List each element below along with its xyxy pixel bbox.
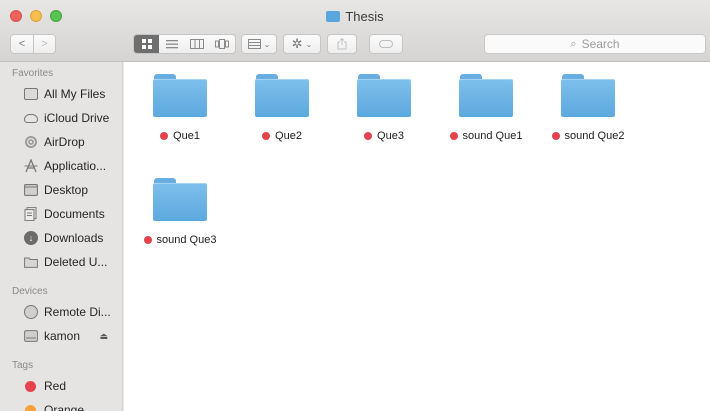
- sidebar-item-airdrop[interactable]: AirDrop: [0, 130, 122, 154]
- share-button[interactable]: [327, 34, 357, 54]
- forward-button[interactable]: >: [32, 35, 55, 53]
- sidebar-item-label: Downloads: [44, 231, 104, 245]
- red-tag-dot: [551, 132, 560, 140]
- folder-name: Que1: [173, 130, 200, 142]
- nav-buttons: < >: [10, 34, 56, 54]
- disc-icon: [24, 305, 38, 319]
- sidebar-item-label: Deleted U...: [44, 255, 108, 269]
- red-tag-dot: [160, 132, 169, 140]
- red-tag-dot: [262, 132, 271, 140]
- sidebar-item-label: Remote Di...: [44, 305, 111, 319]
- back-button[interactable]: <: [11, 35, 33, 53]
- orange-tag-icon: [25, 404, 36, 411]
- chevron-down-icon: ⌄: [305, 39, 313, 49]
- folder-name: sound Que1: [462, 130, 523, 142]
- columns-icon: [190, 39, 205, 49]
- folder-name: sound Que2: [564, 130, 625, 142]
- edit-tags-button[interactable]: [369, 34, 403, 54]
- cover-flow-icon: [215, 39, 230, 49]
- sidebar-item-all-my-files[interactable]: All My Files: [0, 82, 122, 106]
- sidebar-item-label: iCloud Drive: [44, 111, 110, 125]
- sidebar-item-label: Orange: [44, 403, 85, 411]
- airdrop-icon: [24, 136, 38, 148]
- sidebar-item-label: Red: [44, 379, 67, 393]
- red-tag-dot: [143, 236, 152, 244]
- folder-item-que2[interactable]: Que2: [232, 72, 332, 142]
- sidebar-item-downloads[interactable]: ↓ Downloads: [0, 226, 122, 250]
- sidebar-item-desktop[interactable]: Desktop: [0, 178, 122, 202]
- icon-view-button[interactable]: [134, 35, 160, 53]
- search-field[interactable]: ⌕ Search: [484, 34, 706, 54]
- folder-icon: [560, 72, 616, 120]
- folder-icon: [458, 72, 514, 120]
- finder-window: Thesis < > ⌄ ✲ ⌄ ⌕ Search Favorites All …: [0, 0, 710, 411]
- sidebar-item-kamon[interactable]: kamon ⏏: [0, 324, 122, 348]
- sidebar-item-tag-orange[interactable]: Orange: [0, 398, 122, 411]
- window-title-text: Thesis: [345, 9, 384, 24]
- gear-icon: ✲: [291, 36, 303, 51]
- window-title: Thesis: [0, 9, 710, 24]
- tag-icon: [379, 40, 393, 48]
- toolbar: Thesis < > ⌄ ✲ ⌄ ⌕ Search: [0, 0, 710, 62]
- folder-icon: [152, 176, 208, 224]
- sidebar-item-documents[interactable]: Documents: [0, 202, 122, 226]
- red-tag-dot: [449, 132, 458, 140]
- sidebar-item-deleted-u[interactable]: Deleted U...: [0, 250, 122, 274]
- list-icon: [165, 40, 178, 49]
- folder-name: Que3: [377, 130, 404, 142]
- downloads-icon: ↓: [24, 231, 38, 245]
- red-tag-icon: [25, 380, 36, 392]
- folder-item-sound-que1[interactable]: sound Que1: [436, 72, 536, 142]
- sidebar-item-label: kamon: [44, 329, 81, 343]
- search-placeholder: Search: [581, 37, 620, 51]
- sidebar-item-label: Desktop: [44, 183, 89, 197]
- folder-icon: [152, 72, 208, 120]
- cover-flow-button[interactable]: [210, 35, 235, 53]
- share-icon: [337, 38, 347, 50]
- all-files-icon: [24, 88, 38, 100]
- view-mode-control: [133, 34, 236, 54]
- sidebar-header-devices: Devices: [12, 286, 48, 297]
- folder-icon: [326, 11, 341, 22]
- action-button[interactable]: ✲ ⌄: [283, 34, 321, 54]
- eject-icon[interactable]: ⏏: [99, 331, 108, 342]
- sidebar-header-favorites: Favorites: [12, 68, 54, 79]
- chevron-down-icon: ⌄: [263, 39, 271, 49]
- folder-item-que1[interactable]: Que1: [130, 72, 230, 142]
- search-icon: ⌕: [570, 37, 577, 50]
- folder-item-sound-que2[interactable]: sound Que2: [538, 72, 638, 142]
- sidebar-item-label: Documents: [44, 207, 105, 221]
- sidebar: Favorites All My Files iCloud Drive AirD…: [0, 62, 123, 411]
- sidebar-item-label: Applicatio...: [44, 159, 107, 173]
- applications-icon: [24, 159, 38, 173]
- documents-icon: [24, 207, 38, 221]
- folder-name: Que2: [275, 130, 302, 142]
- folder-item-que3[interactable]: Que3: [334, 72, 434, 142]
- sidebar-header-tags: Tags: [12, 360, 34, 371]
- folder-item-sound-que3[interactable]: sound Que3: [130, 176, 230, 246]
- file-browser: Que1 Que2 Que3 sound Que1 sound Que2 sou…: [124, 62, 710, 411]
- arrange-icon: [247, 39, 261, 49]
- sidebar-item-tag-red[interactable]: Red: [0, 374, 122, 398]
- folder-icon: [356, 72, 412, 120]
- sidebar-item-applications[interactable]: Applicatio...: [0, 154, 122, 178]
- red-tag-dot: [364, 132, 373, 140]
- sidebar-item-remote-disc[interactable]: Remote Di...: [0, 300, 122, 324]
- folder-name: sound Que3: [156, 234, 217, 246]
- arrange-button[interactable]: ⌄: [241, 34, 277, 54]
- sidebar-item-icloud-drive[interactable]: iCloud Drive: [0, 106, 122, 130]
- cloud-icon: [24, 113, 38, 123]
- grid-icon: [141, 39, 152, 49]
- desktop-icon: [24, 184, 38, 196]
- sidebar-item-label: AirDrop: [44, 135, 85, 149]
- column-view-button[interactable]: [185, 35, 210, 53]
- drive-icon: [24, 330, 38, 342]
- sidebar-item-label: All My Files: [44, 87, 106, 101]
- folder-icon: [254, 72, 310, 120]
- list-view-button[interactable]: [159, 35, 184, 53]
- folder-icon: [24, 256, 38, 268]
